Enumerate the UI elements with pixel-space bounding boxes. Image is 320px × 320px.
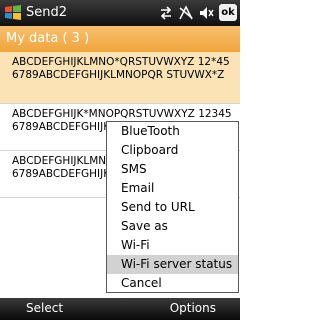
signal-off-icon[interactable] (178, 5, 194, 21)
list-header-title: My data ( 3 ) (6, 31, 90, 46)
menu-item-email[interactable]: Email (107, 179, 238, 198)
menu-item-wifi[interactable]: Wi-Fi (107, 236, 238, 255)
title-bar: Send2 ok (0, 0, 240, 26)
send-options-menu: BlueTooth Clipboard SMS Email Send to UR… (106, 121, 239, 293)
status-icons (158, 5, 214, 21)
app-title: Send2 (26, 5, 68, 20)
data-connection-icon[interactable] (158, 5, 174, 21)
menu-item-send-to-url[interactable]: Send to URL (107, 198, 238, 217)
menu-item-clipboard[interactable]: Clipboard (107, 141, 238, 160)
softkey-bar: Select Options (0, 298, 240, 320)
menu-item-sms[interactable]: SMS (107, 160, 238, 179)
menu-item-wifi-server-status[interactable]: Wi-Fi server status (107, 255, 238, 274)
list-item[interactable]: ABCDEFGHIJKLMNO*QRSTUVWXYZ 12*456789ABCD… (0, 52, 240, 103)
menu-item-cancel[interactable]: Cancel (107, 274, 238, 293)
menu-item-save-as[interactable]: Save as (107, 217, 238, 236)
options-softkey[interactable]: Options (170, 301, 216, 315)
menu-item-bluetooth[interactable]: BlueTooth (107, 122, 238, 141)
select-softkey[interactable]: Select (26, 301, 63, 315)
volume-icon[interactable] (198, 5, 214, 21)
ok-button[interactable]: ok (219, 4, 237, 21)
start-logo-icon[interactable] (3, 3, 23, 23)
list-header: My data ( 3 ) (0, 26, 240, 52)
